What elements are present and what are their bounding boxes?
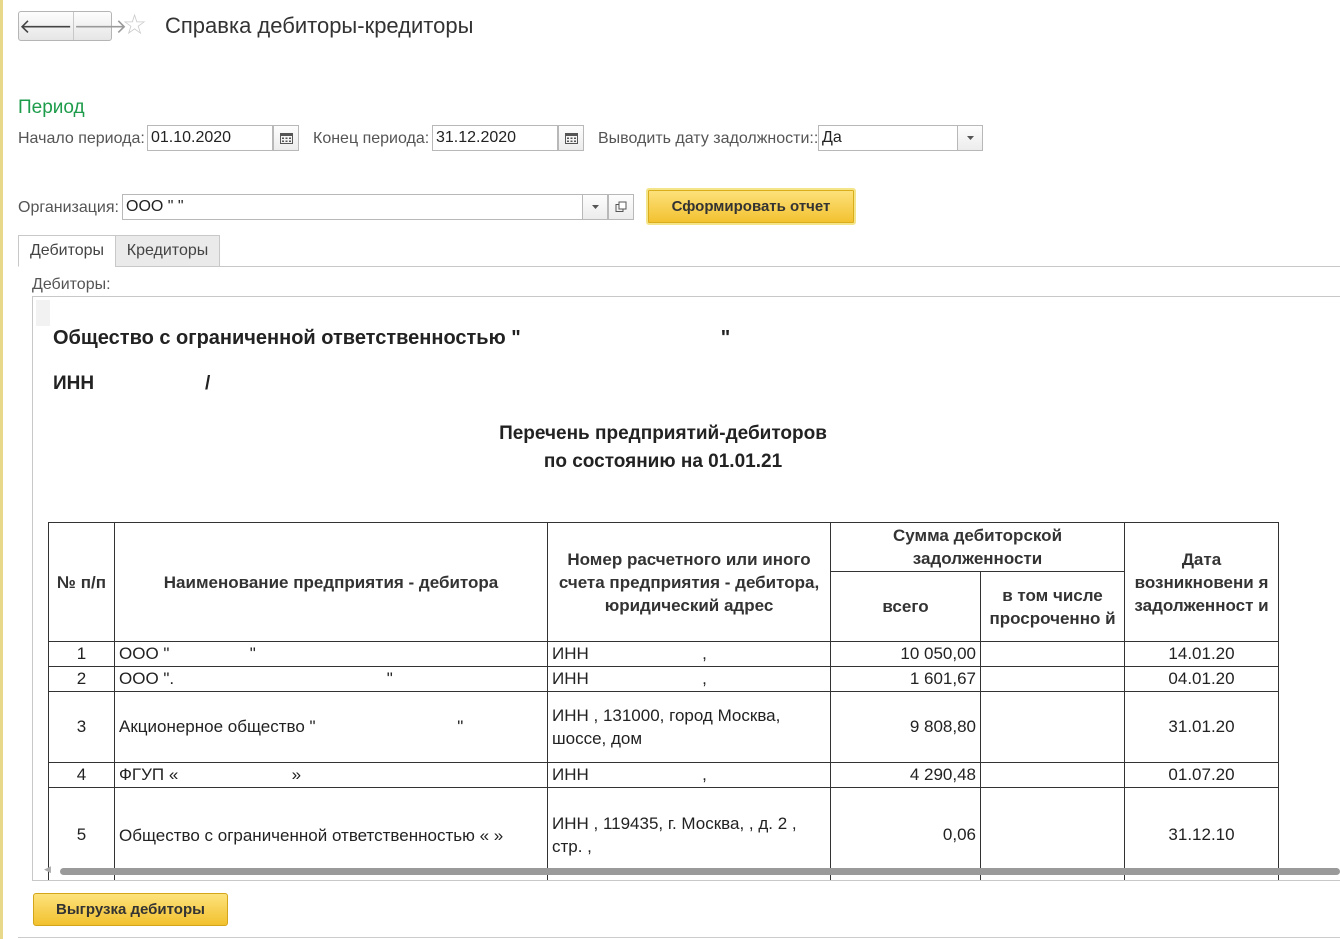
row-total: 1 601,67 (830, 666, 981, 692)
row-num: 4 (48, 762, 115, 788)
table-row: 5 Общество с ограниченной ответственност… (48, 787, 1279, 880)
spreadsheet-corner (36, 300, 50, 326)
header-sum-group: Сумма дебиторской задолженности (830, 522, 1125, 572)
header-date: Дата возникновени я задолженност и (1124, 522, 1279, 642)
debtors-table: № п/п Наименование предприятия - дебитор… (48, 522, 1279, 880)
report-date-heading: по состоянию на 01.01.21 (543, 451, 783, 472)
row-name: ФГУП « » (114, 762, 548, 788)
row-account: ИНН , (547, 666, 831, 692)
row-account: ИНН , (547, 641, 831, 667)
row-date: 04.01.20 (1124, 666, 1279, 692)
period-end-input[interactable]: 31.12.2020 (432, 125, 558, 151)
forward-arrow-icon[interactable]: 🡒 (72, 12, 127, 40)
report-spreadsheet[interactable]: Общество с ограниченной ответственностью… (32, 296, 1340, 881)
window-title: Справка дебиторы-кредиторы (165, 13, 474, 38)
row-total: 10 050,00 (830, 641, 981, 667)
row-account: ИНН , 131000, город Москва, шоссе, дом (547, 691, 831, 763)
row-name: Общество с ограниченной ответственностью… (114, 787, 548, 880)
tab-debtors[interactable]: Дебиторы (18, 235, 116, 267)
header-name: Наименование предприятия - дебитора (114, 522, 548, 642)
header-overdue: в том числе просроченно й (980, 571, 1125, 642)
horizontal-scrollbar[interactable] (60, 868, 1340, 875)
period-start-input[interactable]: 01.10.2020 (147, 125, 273, 151)
row-overdue (980, 691, 1125, 763)
row-date: 31.01.20 (1124, 691, 1279, 763)
row-total: 4 290,48 (830, 762, 981, 788)
period-end-label: Конец периода: (313, 130, 430, 147)
header-num: № п/п (48, 522, 115, 642)
row-num: 3 (48, 691, 115, 763)
favorite-star-icon[interactable]: ☆ (122, 9, 147, 41)
header-total: всего (830, 571, 981, 642)
row-total: 0,06 (830, 787, 981, 880)
row-overdue (980, 787, 1125, 880)
table-row: 2 ООО ". " ИНН , 1 601,67 04.01.20 (48, 666, 1279, 692)
row-date: 01.07.20 (1124, 762, 1279, 788)
row-name: ООО " " (114, 641, 548, 667)
row-date: 31.12.10 (1124, 787, 1279, 880)
navigation-group: 🡐 🡒 (18, 11, 127, 41)
organization-input[interactable]: ООО " " (122, 194, 583, 220)
row-num: 5 (48, 787, 115, 880)
period-start-label: Начало периода: (18, 130, 145, 147)
row-account: ИНН , 119435, г. Москва, , д. 2 , стр. , (547, 787, 831, 880)
organization-label: Организация: (18, 199, 119, 216)
calendar-icon[interactable] (273, 125, 299, 151)
row-name: ООО ". " (114, 666, 548, 692)
table-row: 3 Акционерное общество " " ИНН , 131000,… (48, 691, 1279, 763)
open-form-icon[interactable] (608, 194, 634, 220)
show-debt-date-select[interactable]: Да (818, 125, 958, 151)
table-row: 1 ООО " " ИНН , 10 050,00 14.01.20 (48, 641, 1279, 667)
header-account: Номер расчетного или иного счета предпри… (547, 522, 831, 642)
tab-divider (115, 266, 1340, 267)
period-section-title: Период (18, 97, 85, 118)
row-overdue (980, 666, 1125, 692)
table-row: 4 ФГУП « » ИНН , 4 290,48 01.07.20 (48, 762, 1279, 788)
row-date: 14.01.20 (1124, 641, 1279, 667)
back-arrow-icon[interactable]: 🡐 (19, 12, 73, 40)
calendar-icon[interactable] (558, 125, 584, 151)
chevron-down-icon[interactable] (582, 194, 608, 220)
report-company-name: Общество с ограниченной ответственностью… (53, 327, 731, 349)
bottom-divider (18, 937, 1340, 938)
export-debtors-button[interactable]: Выгрузка дебиторы (33, 893, 228, 926)
row-num: 2 (48, 666, 115, 692)
row-overdue (980, 641, 1125, 667)
row-overdue (980, 762, 1125, 788)
report-heading: Перечень предприятий-дебиторов (499, 423, 827, 444)
report-panel-label: Дебиторы: (32, 276, 111, 293)
row-total: 9 808,80 (830, 691, 981, 763)
row-account: ИНН , (547, 762, 831, 788)
tab-creditors[interactable]: Кредиторы (115, 235, 220, 267)
chevron-down-icon[interactable] (957, 125, 983, 151)
generate-report-button[interactable]: Сформировать отчет (646, 188, 856, 225)
scroll-left-arrow-icon[interactable]: ◀ (44, 864, 51, 875)
report-inn: ИНН / (53, 373, 211, 394)
show-debt-date-label: Выводить дату задолжности:: (598, 130, 819, 147)
row-num: 1 (48, 641, 115, 667)
row-name: Акционерное общество " " (114, 691, 548, 763)
window-edge (0, 0, 3, 939)
